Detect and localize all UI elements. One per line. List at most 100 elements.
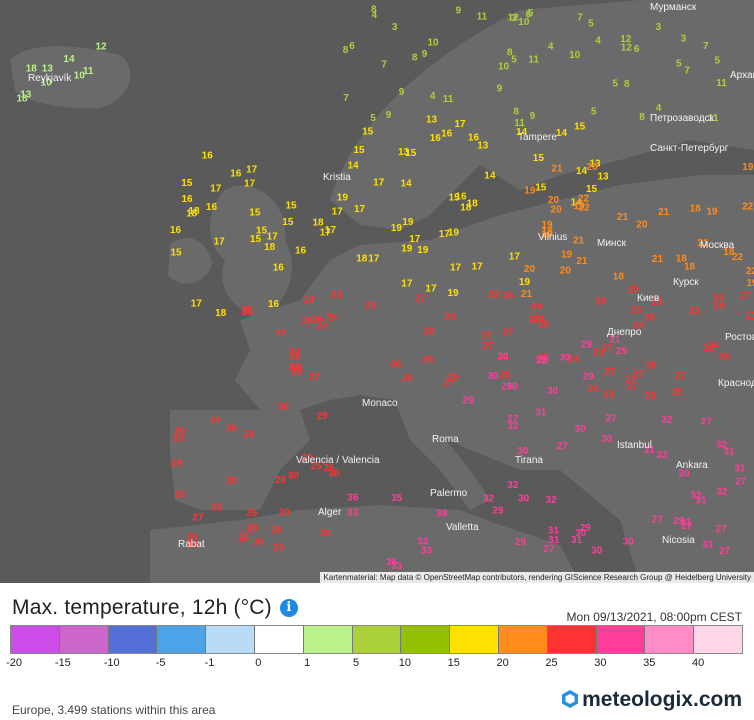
svg-text:17: 17	[354, 204, 366, 215]
svg-text:17: 17	[401, 279, 413, 290]
temperature-map[interactable]: 10 13 13 14 12 10 11 18 18 8 4 5 4 6 5 5 10 5 3 9 7 11 5 4 11 11 8…	[0, 0, 754, 583]
svg-text:9: 9	[399, 87, 405, 98]
city-label: Краснод	[718, 378, 754, 389]
britain-landmass	[210, 185, 292, 320]
legend-header: Max. temperature, 12h (°C) i	[12, 596, 298, 620]
svg-text:6: 6	[526, 10, 532, 21]
svg-text:24: 24	[304, 295, 316, 306]
scale-swatch	[401, 626, 451, 653]
svg-text:30: 30	[498, 352, 510, 363]
scale-swatch	[498, 626, 548, 653]
svg-text:14: 14	[63, 54, 75, 65]
svg-text:16: 16	[430, 133, 442, 144]
svg-text:8: 8	[507, 47, 513, 58]
svg-text:18: 18	[467, 199, 479, 210]
map-attribution[interactable]: Kartenmaterial: Map data © OpenStreetMap…	[320, 572, 754, 583]
svg-text:19: 19	[337, 192, 349, 203]
svg-text:19: 19	[448, 228, 460, 239]
svg-text:15: 15	[282, 217, 294, 228]
svg-text:21: 21	[573, 236, 585, 247]
svg-text:27: 27	[740, 291, 752, 302]
svg-text:13: 13	[598, 171, 610, 182]
city-label: Rabat	[178, 539, 205, 550]
svg-text:16: 16	[441, 129, 453, 140]
svg-text:23: 23	[331, 290, 343, 301]
svg-text:20: 20	[560, 266, 572, 277]
svg-text:25: 25	[326, 312, 338, 323]
svg-text:12: 12	[621, 43, 633, 54]
svg-text:30: 30	[320, 528, 332, 539]
svg-text:9: 9	[422, 49, 428, 60]
svg-text:25: 25	[500, 370, 512, 381]
svg-text:26: 26	[502, 291, 514, 302]
svg-text:11: 11	[528, 55, 539, 66]
svg-text:13: 13	[398, 147, 410, 158]
svg-text:18: 18	[356, 254, 368, 265]
scale-tick-label: 35	[643, 657, 656, 669]
svg-text:16: 16	[182, 194, 194, 205]
svg-text:8: 8	[624, 79, 630, 90]
svg-text:29: 29	[581, 340, 593, 351]
city-label: Tirana	[515, 455, 543, 466]
svg-text:8: 8	[513, 107, 519, 118]
svg-text:26: 26	[703, 343, 715, 354]
svg-text:18: 18	[215, 308, 227, 319]
scale-swatch	[157, 626, 207, 653]
svg-text:23: 23	[275, 328, 287, 339]
svg-text:10: 10	[569, 50, 581, 61]
svg-text:7: 7	[381, 59, 387, 70]
svg-text:32: 32	[507, 480, 519, 491]
svg-text:16: 16	[468, 133, 480, 144]
svg-text:25: 25	[447, 373, 459, 384]
svg-text:33: 33	[347, 508, 359, 519]
svg-text:17: 17	[244, 179, 256, 190]
svg-text:19: 19	[707, 206, 719, 217]
scale-tick-label: -10	[103, 657, 120, 669]
svg-text:12: 12	[96, 42, 108, 53]
svg-text:20: 20	[524, 264, 536, 275]
svg-text:19: 19	[519, 277, 531, 288]
svg-text:15: 15	[181, 178, 193, 189]
ireland-landmass	[168, 237, 212, 284]
svg-text:28: 28	[291, 368, 303, 379]
svg-text:30: 30	[288, 471, 300, 482]
svg-text:26: 26	[445, 312, 457, 323]
svg-text:15: 15	[256, 226, 268, 237]
svg-text:23: 23	[645, 391, 657, 402]
svg-text:30: 30	[173, 434, 185, 445]
svg-text:32: 32	[483, 494, 495, 505]
svg-text:27: 27	[681, 521, 693, 532]
info-icon[interactable]: i	[279, 599, 298, 617]
city-label: Palermo	[430, 488, 468, 499]
svg-text:9: 9	[386, 110, 392, 121]
svg-text:21: 21	[551, 164, 563, 175]
svg-text:17: 17	[409, 234, 421, 245]
svg-text:17: 17	[450, 263, 462, 274]
svg-text:19: 19	[402, 217, 414, 228]
brand-logo[interactable]: meteologix.com	[561, 688, 742, 712]
color-scale	[10, 625, 743, 654]
timestamp: Mon 09/13/2021, 08:00pm CEST	[566, 610, 742, 624]
svg-text:5: 5	[612, 79, 618, 90]
svg-text:11: 11	[716, 78, 727, 89]
svg-text:8: 8	[639, 112, 645, 123]
city-label: Alger	[318, 507, 342, 518]
svg-text:22: 22	[578, 203, 590, 214]
scale-tick-label: -15	[54, 657, 71, 669]
svg-text:27: 27	[210, 416, 222, 427]
svg-text:30: 30	[601, 434, 613, 445]
svg-text:6: 6	[349, 41, 355, 52]
svg-text:27: 27	[626, 382, 638, 393]
svg-text:27: 27	[309, 372, 321, 383]
svg-text:29: 29	[616, 346, 628, 357]
svg-text:29: 29	[583, 371, 595, 382]
svg-text:21: 21	[521, 289, 533, 300]
svg-text:9: 9	[497, 84, 503, 95]
scale-swatch	[694, 626, 742, 653]
svg-text:19: 19	[448, 288, 460, 299]
svg-text:18: 18	[188, 206, 200, 217]
scale-swatch	[254, 626, 304, 653]
city-label: Valencia / Valencia	[296, 455, 380, 466]
scale-tick-label: 40	[692, 657, 705, 669]
svg-text:15: 15	[171, 247, 183, 258]
